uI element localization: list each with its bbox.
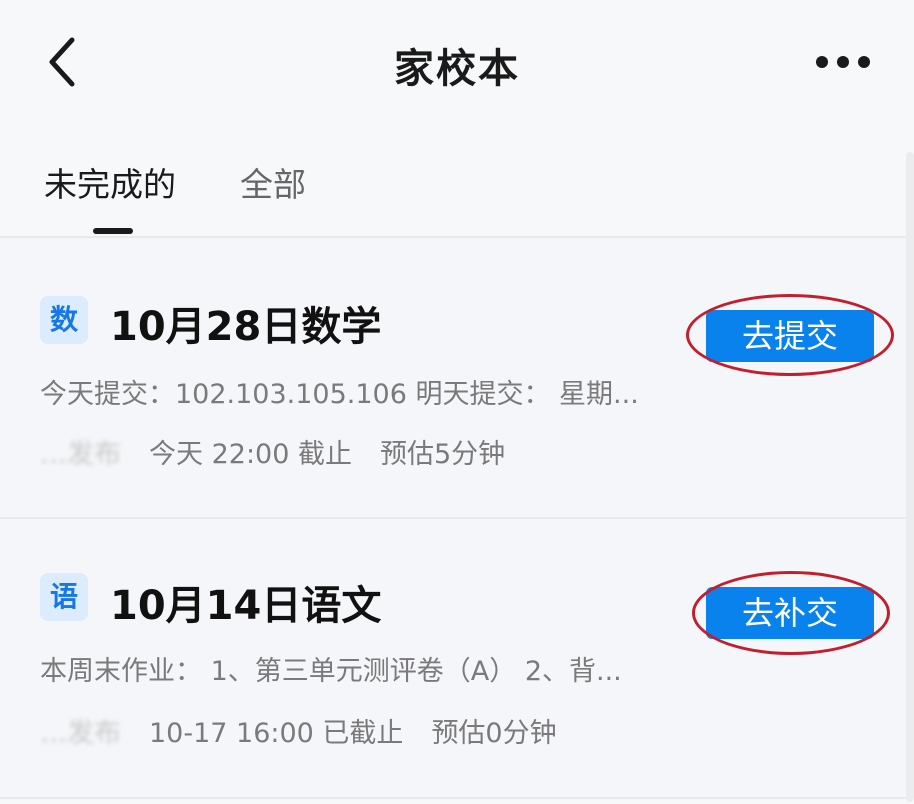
deadline-text: 今天 22:00 截止 bbox=[149, 439, 352, 470]
subject-badge: 数 bbox=[40, 296, 88, 344]
publisher-name: …发布 bbox=[40, 718, 121, 749]
scrollbar[interactable] bbox=[906, 152, 914, 802]
estimate-text: 预估5分钟 bbox=[379, 439, 506, 470]
more-dots-icon bbox=[816, 56, 828, 68]
top-bar: 家校本 bbox=[0, 0, 914, 124]
assignment-meta: …发布 今天 22:00 截止 预估5分钟 bbox=[40, 432, 505, 471]
assignment-card[interactable]: 语 10月14日语文 本周末作业： 1、第三单元测评卷（A） 2、背... …发… bbox=[0, 519, 914, 797]
assignment-description: 本周末作业： 1、第三单元测评卷（A） 2、背... bbox=[40, 656, 622, 687]
more-dots-icon bbox=[858, 56, 870, 68]
assignment-description: 今天提交：102.103.105.106 明天提交： 星期... bbox=[40, 379, 639, 410]
assignment-title: 10月28日数学 bbox=[110, 304, 382, 350]
subject-badge: 语 bbox=[40, 573, 88, 621]
assignment-title: 10月14日语文 bbox=[110, 583, 382, 629]
deadline-text: 10-17 16:00 已截止 bbox=[149, 718, 404, 749]
divider bbox=[0, 797, 914, 799]
tab-bar: 未完成的 全部 bbox=[0, 150, 914, 236]
publisher-name: …发布 bbox=[40, 439, 121, 470]
assignment-card[interactable]: 数 10月28日数学 今天提交：102.103.105.106 明天提交： 星期… bbox=[0, 238, 914, 516]
estimate-text: 预估0分钟 bbox=[431, 718, 557, 749]
homework-page: 家校本 未完成的 全部 数 10月28日数学 今天提交：102.103.105.… bbox=[0, 0, 914, 804]
more-button[interactable] bbox=[808, 50, 878, 74]
more-dots-icon bbox=[837, 56, 849, 68]
submit-button[interactable]: 去提交 bbox=[706, 310, 874, 362]
page-title: 家校本 bbox=[394, 46, 520, 92]
tab-all[interactable]: 全部 bbox=[240, 158, 306, 206]
assignment-meta: …发布 10-17 16:00 已截止 预估0分钟 bbox=[40, 711, 557, 750]
active-tab-indicator bbox=[93, 228, 133, 234]
resubmit-button[interactable]: 去补交 bbox=[706, 587, 874, 639]
tab-incomplete[interactable]: 未完成的 bbox=[44, 158, 176, 206]
